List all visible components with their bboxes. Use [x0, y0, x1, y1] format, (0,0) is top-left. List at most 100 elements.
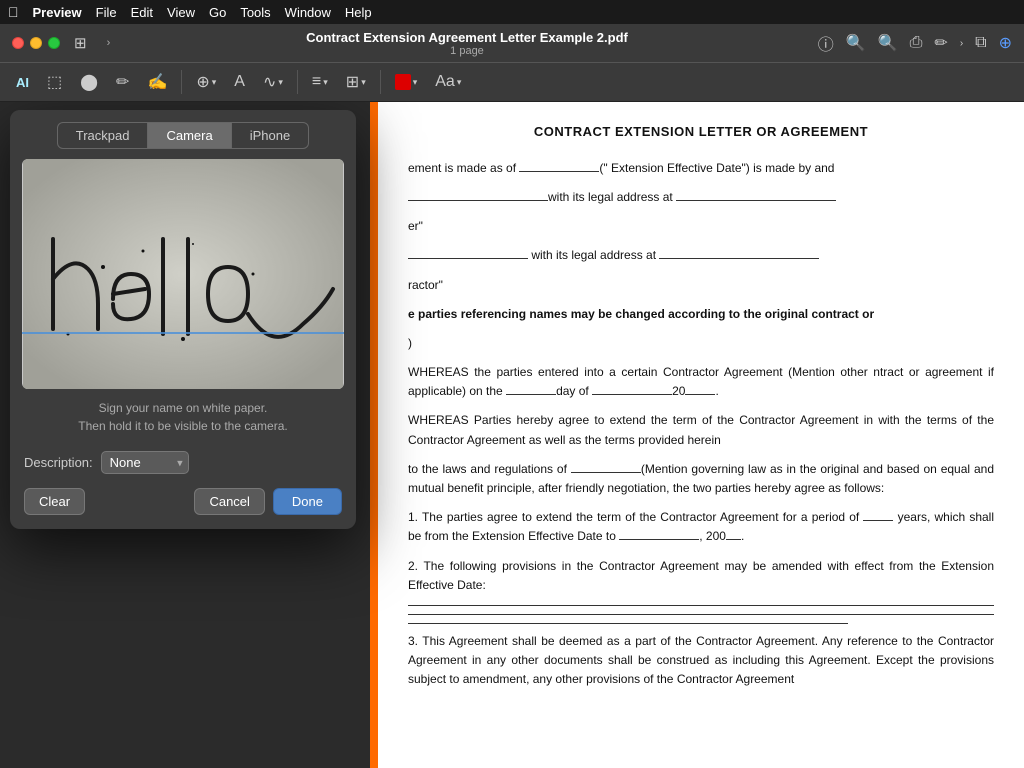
layout-icon: ≡: [312, 73, 321, 91]
font-chevron: ▾: [457, 77, 462, 88]
blank-10: [863, 520, 893, 521]
hello-signature-svg: [22, 159, 344, 389]
sketch-tool-button[interactable]: ✍: [141, 68, 173, 96]
pdf-para-8: WHEREAS Parties hereby agree to extend t…: [408, 411, 994, 449]
font-size-button[interactable]: Aa▾: [429, 69, 467, 95]
adjustments-tool-button[interactable]: ⬤: [74, 68, 104, 96]
window-title: Contract Extension Agreement Letter Exam…: [306, 30, 628, 45]
pdf-para-11: 2. The following provisions in the Contr…: [408, 557, 994, 595]
close-button[interactable]: [12, 37, 24, 49]
ai-tool-button[interactable]: AI: [10, 71, 35, 94]
pdf-para-5: e parties referencing names may be chang…: [408, 305, 994, 324]
line-3: [408, 623, 848, 624]
pdf-para-7: WHEREAS the parties entered into a certa…: [408, 363, 994, 401]
info-icon[interactable]: ⓘ: [818, 31, 834, 55]
blank-6: [506, 394, 556, 395]
color-icon: [395, 74, 411, 90]
color-tool-button[interactable]: ▾: [389, 70, 424, 94]
blank-11: [619, 539, 699, 540]
menu-preview[interactable]: Preview: [33, 5, 82, 20]
toolbar-sep-3: [380, 70, 381, 94]
signature-tool-button[interactable]: ∿▾: [257, 68, 289, 96]
text-tool-button[interactable]: A: [228, 69, 251, 95]
tab-camera[interactable]: Camera: [148, 122, 231, 149]
view-icon: ⊞: [346, 72, 359, 92]
blank-7: [592, 394, 672, 395]
tab-iphone[interactable]: iPhone: [232, 122, 309, 149]
pdf-content: CONTRACT EXTENSION LETTER OR AGREEMENT e…: [378, 102, 1024, 768]
toolbar: AI ⬚ ⬤ ✏ ✍ ⊕▾ A ∿▾ ≡▾ ⊞▾ ▾ Aa▾: [0, 62, 1024, 102]
signature-baseline: [22, 332, 344, 334]
ai-icon: AI: [16, 75, 29, 90]
blank-8: [685, 394, 715, 395]
annotate-tool-button[interactable]: ✏: [110, 68, 135, 96]
sidebar-toggle-button[interactable]: ⊞: [68, 30, 93, 56]
menu-file[interactable]: File: [96, 5, 117, 20]
menu-bar:  Preview File Edit View Go Tools Window…: [0, 0, 1024, 24]
pen-icon: ✏: [116, 72, 129, 92]
font-icon: Aa: [435, 73, 455, 91]
cancel-button[interactable]: Cancel: [194, 488, 264, 515]
pdf-para-4: ractor": [408, 276, 994, 295]
shape-chevron: ▾: [212, 77, 217, 88]
menu-edit[interactable]: Edit: [131, 5, 153, 20]
window-subtitle: 1 page: [450, 45, 484, 57]
view-tool-button[interactable]: ⊞▾: [340, 68, 372, 96]
layout-tool-button[interactable]: ≡▾: [306, 69, 334, 95]
blank-5: [659, 258, 819, 259]
minimize-button[interactable]: [30, 37, 42, 49]
signature-tabs: Trackpad Camera iPhone: [10, 110, 356, 149]
zoom-out-icon[interactable]: 🔍: [846, 33, 866, 53]
apple-menu[interactable]: : [8, 4, 19, 20]
shape-tool-button[interactable]: ⊕▾: [190, 68, 222, 96]
blank-12: [726, 539, 741, 540]
share-icon[interactable]: ⎙: [910, 34, 923, 52]
description-select-wrap: None Signature Initials: [101, 451, 189, 474]
text-icon: A: [234, 73, 245, 91]
menu-window[interactable]: Window: [285, 5, 331, 20]
pdf-para-2: er": [408, 217, 994, 236]
window-title-area: Contract Extension Agreement Letter Exam…: [124, 30, 809, 57]
title-bar-controls: ⓘ 🔍 🔍 ⎙ ✏ › ⧉ ⊕: [818, 31, 1012, 55]
main-content: CONTRACT EXTENSION LETTER OR AGREEMENT e…: [0, 102, 1024, 768]
dialog-buttons: Clear Cancel Done: [10, 484, 356, 529]
sidebar-right-icon[interactable]: ⧉: [975, 34, 986, 52]
pdf-para-0: ement is made as of (" Extension Effecti…: [408, 159, 994, 178]
menu-help[interactable]: Help: [345, 5, 372, 20]
description-label: Description:: [24, 455, 93, 470]
pdf-title: CONTRACT EXTENSION LETTER OR AGREEMENT: [408, 122, 994, 143]
rectangle-tool-button[interactable]: ⬚: [41, 68, 68, 96]
tab-trackpad[interactable]: Trackpad: [57, 122, 149, 149]
markup-icon[interactable]: ✏: [934, 33, 947, 53]
pdf-para-10: 1. The parties agree to extend the term …: [408, 508, 994, 546]
pdf-para-1: with its legal address at: [408, 188, 994, 207]
title-bar: ⊞ › Contract Extension Agreement Letter …: [0, 24, 1024, 62]
rectangle-icon: ⬚: [47, 72, 62, 92]
blank-3: [676, 200, 836, 201]
fullscreen-icon[interactable]: ⊕: [999, 33, 1012, 53]
clear-button[interactable]: Clear: [24, 488, 85, 515]
zoom-in-icon[interactable]: 🔍: [878, 33, 898, 53]
description-select[interactable]: None Signature Initials: [101, 451, 189, 474]
blank-1: [519, 171, 599, 172]
menu-view[interactable]: View: [167, 5, 195, 20]
signature-canvas[interactable]: [22, 159, 344, 389]
sig-chevron: ▾: [278, 77, 283, 88]
menu-tools[interactable]: Tools: [240, 5, 270, 20]
pdf-para-12: 3. This Agreement shall be deemed as a p…: [408, 632, 994, 690]
blank-4: [408, 258, 528, 259]
sidebar-chevron-button[interactable]: ›: [101, 33, 117, 53]
toolbar-sep-1: [181, 70, 182, 94]
view-chevron: ▾: [361, 77, 366, 88]
line-2: [408, 614, 994, 615]
maximize-button[interactable]: [48, 37, 60, 49]
done-button[interactable]: Done: [273, 488, 342, 515]
markup-chevron[interactable]: ›: [960, 38, 963, 49]
toolbar-sep-2: [297, 70, 298, 94]
pdf-area[interactable]: CONTRACT EXTENSION LETTER OR AGREEMENT e…: [370, 102, 1024, 768]
menu-go[interactable]: Go: [209, 5, 226, 20]
line-1: [408, 605, 994, 606]
description-row: Description: None Signature Initials: [10, 445, 356, 484]
blank-2: [408, 200, 548, 201]
shape-icon: ⊕: [196, 72, 209, 92]
